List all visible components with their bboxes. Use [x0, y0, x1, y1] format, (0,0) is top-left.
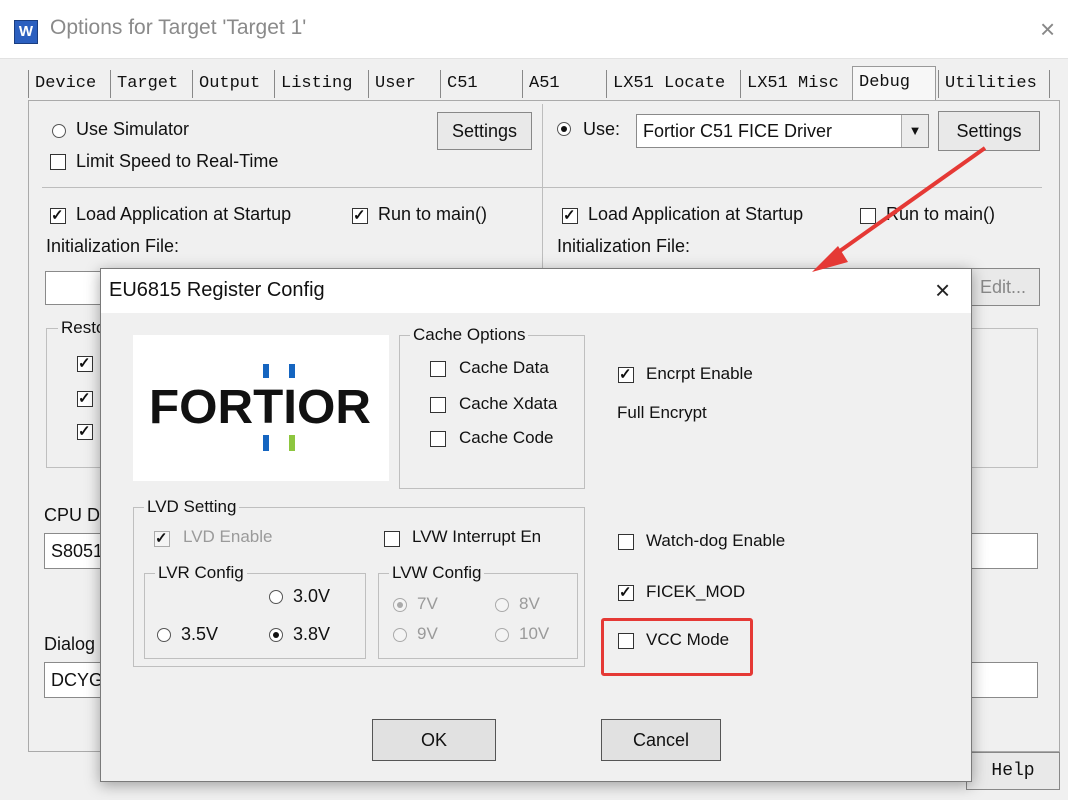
tab-a51[interactable]: A51: [522, 70, 606, 98]
left-init-file-label: Initialization File:: [46, 236, 180, 256]
window-titlebar: W Options for Target 'Target 1' ×: [0, 0, 1068, 59]
restore-checkbox-3[interactable]: [77, 422, 93, 440]
lvr-config-title: LVR Config: [155, 563, 247, 583]
use-driver-radio[interactable]: [557, 122, 571, 136]
lvw-10v-label: 10V: [519, 624, 550, 643]
use-simulator-label: Use Simulator: [76, 119, 190, 139]
watchdog-checkbox[interactable]: [618, 534, 634, 550]
dialog-close-icon[interactable]: ×: [935, 275, 950, 306]
tab-strip: Device Target Output Listing User C51 A5…: [28, 66, 1058, 100]
dialog-dll-input[interactable]: DCYG: [44, 662, 104, 698]
lvw-7v-radio[interactable]: [393, 598, 407, 612]
help-button[interactable]: Help: [966, 752, 1060, 790]
lvd-enable-checkbox[interactable]: [154, 529, 170, 547]
fortior-logo: FORTIOR: [133, 335, 389, 481]
encrypt-enable-label: Encrpt Enable: [646, 364, 753, 383]
dialog-titlebar: EU6815 Register Config ×: [101, 269, 971, 313]
right-load-app-label: Load Application at Startup: [588, 204, 804, 224]
left-init-file-input[interactable]: [45, 271, 105, 305]
tab-utilities[interactable]: Utilities: [938, 70, 1050, 98]
cache-xdata-label: Cache Xdata: [459, 394, 558, 413]
cache-data-checkbox[interactable]: [430, 361, 446, 377]
lvw-interrupt-checkbox[interactable]: [384, 531, 400, 547]
driver-select-value: Fortior C51 FICE Driver: [643, 121, 833, 141]
app-icon: W: [14, 20, 38, 44]
left-load-app-label: Load Application at Startup: [76, 204, 292, 224]
cache-options-title: Cache Options: [410, 325, 529, 345]
left-load-app-checkbox[interactable]: [50, 206, 66, 224]
watchdog-label: Watch-dog Enable: [646, 531, 786, 550]
logo-text: FORTIOR: [149, 381, 371, 434]
restore-checkbox-2[interactable]: [77, 389, 93, 407]
register-config-dialog: EU6815 Register Config × FORTIOR Cache O…: [100, 268, 972, 782]
full-encrypt-label: Full Encrypt: [617, 403, 707, 422]
tab-target[interactable]: Target: [110, 70, 192, 98]
right-load-app-checkbox[interactable]: [562, 206, 578, 224]
driver-settings-button[interactable]: Settings: [938, 111, 1040, 151]
lvw-8v-radio[interactable]: [495, 598, 509, 612]
use-simulator-radio[interactable]: [52, 124, 66, 138]
vertical-divider: [542, 104, 543, 284]
tab-listing[interactable]: Listing: [274, 70, 368, 98]
use-driver-label: Use:: [583, 119, 621, 139]
ficek-mod-checkbox[interactable]: [618, 583, 634, 601]
left-run-to-main-checkbox[interactable]: [352, 206, 368, 224]
tab-c51[interactable]: C51: [440, 70, 522, 98]
restore-checkbox-1[interactable]: [77, 354, 93, 372]
restore-groupbox: [46, 328, 106, 468]
right-driver-dll-input[interactable]: [966, 533, 1038, 569]
right-init-file-label: Initialization File:: [557, 236, 691, 256]
dialog-title: EU6815 Register Config: [109, 279, 325, 301]
lvr-3-8v-label: 3.8V: [293, 624, 331, 644]
lvw-config-groupbox: [378, 573, 578, 659]
tab-debug[interactable]: Debug: [852, 66, 936, 100]
cache-data-label: Cache Data: [459, 358, 549, 377]
right-run-to-main-checkbox[interactable]: [860, 208, 876, 224]
encrypt-enable-checkbox[interactable]: [618, 365, 634, 383]
lvw-8v-label: 8V: [519, 594, 540, 613]
vcc-mode-highlight: [601, 618, 753, 676]
lvd-setting-title: LVD Setting: [144, 497, 240, 517]
lvd-enable-label: LVD Enable: [183, 527, 273, 546]
cancel-button[interactable]: Cancel: [601, 719, 721, 761]
fortior-logo-graphic: FORTIOR: [149, 364, 371, 451]
window-close-icon[interactable]: ×: [1040, 14, 1055, 45]
chevron-down-icon[interactable]: ▼: [901, 115, 928, 147]
driver-select[interactable]: Fortior C51 FICE Driver ▼: [636, 114, 929, 148]
edit-button[interactable]: Edit...: [966, 268, 1040, 306]
tab-output[interactable]: Output: [192, 70, 274, 98]
limit-speed-checkbox[interactable]: [50, 154, 66, 170]
tab-lx51-locate[interactable]: LX51 Locate: [606, 70, 740, 98]
lvw-interrupt-label: LVW Interrupt En: [412, 527, 542, 546]
lvr-3-8v-radio[interactable]: [269, 628, 283, 642]
cpu-dll-label: CPU D: [44, 505, 101, 525]
cache-code-checkbox[interactable]: [430, 431, 446, 447]
dialog-dll-label: Dialog: [44, 634, 96, 654]
cache-xdata-checkbox[interactable]: [430, 397, 446, 413]
cache-code-label: Cache Code: [459, 428, 554, 447]
horizontal-divider: [42, 187, 1042, 188]
lvr-3-0v-label: 3.0V: [293, 586, 331, 606]
limit-speed-label: Limit Speed to Real-Time: [76, 151, 279, 171]
lvw-7v-label: 7V: [417, 594, 438, 613]
ficek-mod-label: FICEK_MOD: [646, 582, 746, 601]
lvw-config-title: LVW Config: [389, 563, 485, 583]
window-title: Options for Target 'Target 1': [50, 16, 307, 39]
tab-device[interactable]: Device: [28, 70, 110, 98]
right-dialog-dll-input[interactable]: [966, 662, 1038, 698]
cpu-dll-input[interactable]: S8051: [44, 533, 104, 569]
lvr-3-0v-radio[interactable]: [269, 590, 283, 604]
lvr-3-5v-radio[interactable]: [157, 628, 171, 642]
left-run-to-main-label: Run to main(): [378, 204, 488, 224]
lvw-9v-radio[interactable]: [393, 628, 407, 642]
right-run-to-main-label: Run to main(): [886, 204, 996, 224]
lvw-10v-radio[interactable]: [495, 628, 509, 642]
tab-lx51-misc[interactable]: LX51 Misc: [740, 70, 852, 98]
lvr-3-5v-label: 3.5V: [181, 624, 219, 644]
simulator-settings-button[interactable]: Settings: [437, 112, 532, 150]
tab-user[interactable]: User: [368, 70, 440, 98]
lvw-9v-label: 9V: [417, 624, 438, 643]
ok-button[interactable]: OK: [372, 719, 496, 761]
lvr-config-groupbox: [144, 573, 366, 659]
